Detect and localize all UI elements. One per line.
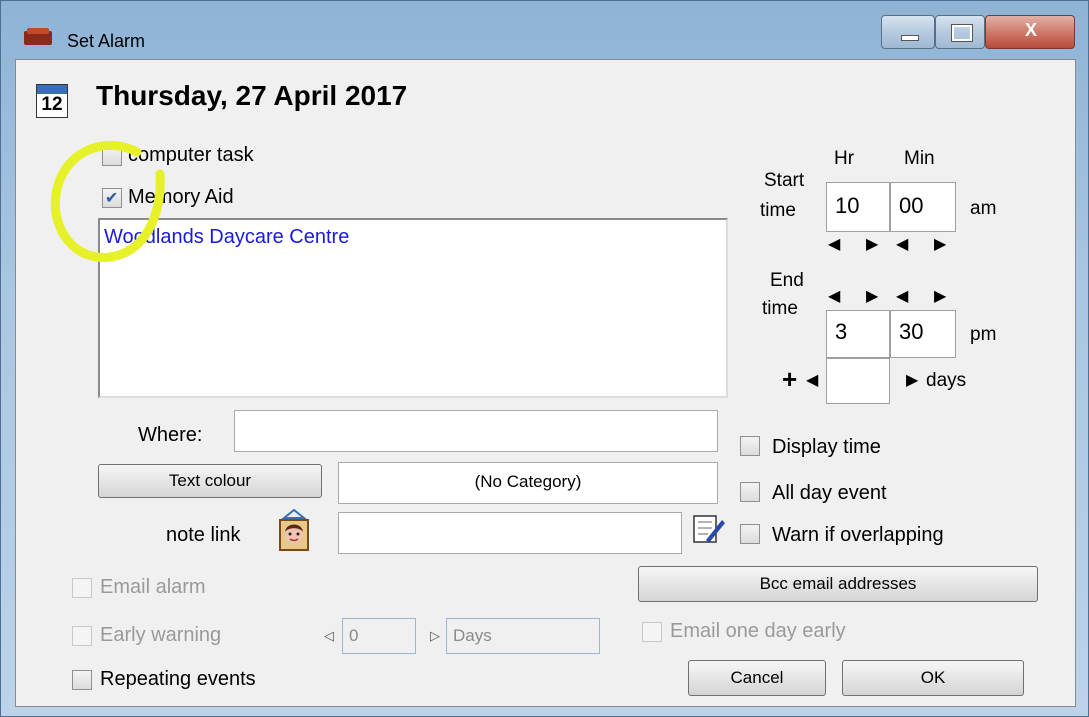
where-input[interactable] xyxy=(234,410,718,452)
hr-label: Hr xyxy=(834,148,855,169)
edit-note-icon[interactable] xyxy=(692,512,726,546)
days-label: days xyxy=(926,370,967,391)
end-hour-field[interactable]: 3 xyxy=(826,310,890,358)
start-label-2: time xyxy=(760,200,796,221)
end-hour-inc-icon[interactable]: ▶ xyxy=(866,286,878,306)
start-minute-field[interactable]: 00 xyxy=(890,182,956,232)
where-label: Where: xyxy=(138,424,203,446)
start-hour-field[interactable]: 10 xyxy=(826,182,890,232)
display-time-checkbox[interactable] xyxy=(740,436,760,456)
bcc-email-button[interactable]: Bcc email addresses xyxy=(638,566,1038,602)
highlight-annotation xyxy=(50,140,165,263)
display-time-label: Display time xyxy=(772,436,881,458)
start-min-inc-icon[interactable]: ▶ xyxy=(934,234,946,254)
email-one-day-early-label: Email one day early xyxy=(670,620,846,642)
close-icon: X xyxy=(1024,20,1037,40)
alarm-app-icon xyxy=(24,28,52,45)
all-day-event-label: All day event xyxy=(772,482,887,504)
end-min-inc-icon[interactable]: ▶ xyxy=(934,286,946,306)
start-hour-inc-icon[interactable]: ▶ xyxy=(866,234,878,254)
warn-overlapping-checkbox[interactable] xyxy=(740,524,760,544)
close-button[interactable]: X xyxy=(985,15,1075,49)
dialog-body: 12 Thursday, 27 April 2017 computer task… xyxy=(15,59,1076,707)
email-alarm-label: Email alarm xyxy=(100,576,206,598)
minimize-icon xyxy=(901,35,919,41)
early-warning-label: Early warning xyxy=(100,624,222,646)
ok-button[interactable]: OK xyxy=(842,660,1024,696)
repeating-events-label: Repeating events xyxy=(100,668,256,690)
date-heading: Thursday, 27 April 2017 xyxy=(96,80,408,111)
early-warning-unit[interactable]: Days xyxy=(446,618,600,654)
early-warning-checkbox[interactable] xyxy=(72,626,92,646)
window-title: Set Alarm xyxy=(67,31,146,51)
end-label-2: time xyxy=(762,298,798,319)
plus-days-sign: + xyxy=(782,364,798,394)
note-link-label: note link xyxy=(166,524,241,546)
category-field[interactable]: (No Category) xyxy=(338,462,718,504)
maximize-icon xyxy=(951,24,973,42)
end-min-dec-icon[interactable]: ◀ xyxy=(896,286,908,306)
end-minute-field[interactable]: 30 xyxy=(890,310,956,358)
days-dec-icon[interactable]: ◀ xyxy=(806,370,818,390)
cancel-button[interactable]: Cancel xyxy=(688,660,826,696)
note-link-portrait-icon[interactable] xyxy=(278,508,310,552)
early-warning-value[interactable]: 0 xyxy=(342,618,416,654)
end-ampm[interactable]: pm xyxy=(970,324,996,346)
repeating-events-checkbox[interactable] xyxy=(72,670,92,690)
maximize-button[interactable] xyxy=(935,15,985,49)
email-alarm-checkbox[interactable] xyxy=(72,578,92,598)
set-alarm-window: Set Alarm X 12 Thursday, 27 April 2017 c… xyxy=(0,0,1089,717)
early-warning-inc-icon[interactable]: ▷ xyxy=(430,628,440,644)
text-colour-button[interactable]: Text colour xyxy=(98,464,322,498)
end-hour-dec-icon[interactable]: ◀ xyxy=(828,286,840,306)
start-label-1: Start xyxy=(764,170,805,191)
calendar-icon: 12 xyxy=(36,84,68,118)
warn-overlapping-label: Warn if overlapping xyxy=(772,524,944,546)
all-day-event-checkbox[interactable] xyxy=(740,482,760,502)
start-hour-dec-icon[interactable]: ◀ xyxy=(828,234,840,254)
end-label-1: End xyxy=(770,270,804,291)
days-field[interactable] xyxy=(826,358,890,404)
days-inc-icon[interactable]: ▶ xyxy=(906,370,918,390)
min-label: Min xyxy=(904,148,935,169)
email-one-day-early-checkbox[interactable] xyxy=(642,622,662,642)
memo-textarea[interactable]: Woodlands Daycare Centre xyxy=(98,218,728,398)
start-ampm[interactable]: am xyxy=(970,198,996,220)
minimize-button[interactable] xyxy=(881,15,935,49)
early-warning-dec-icon[interactable]: ◁ xyxy=(324,628,334,644)
title-bar[interactable]: Set Alarm X xyxy=(1,1,1088,59)
note-link-input[interactable] xyxy=(338,512,682,554)
start-min-dec-icon[interactable]: ◀ xyxy=(896,234,908,254)
